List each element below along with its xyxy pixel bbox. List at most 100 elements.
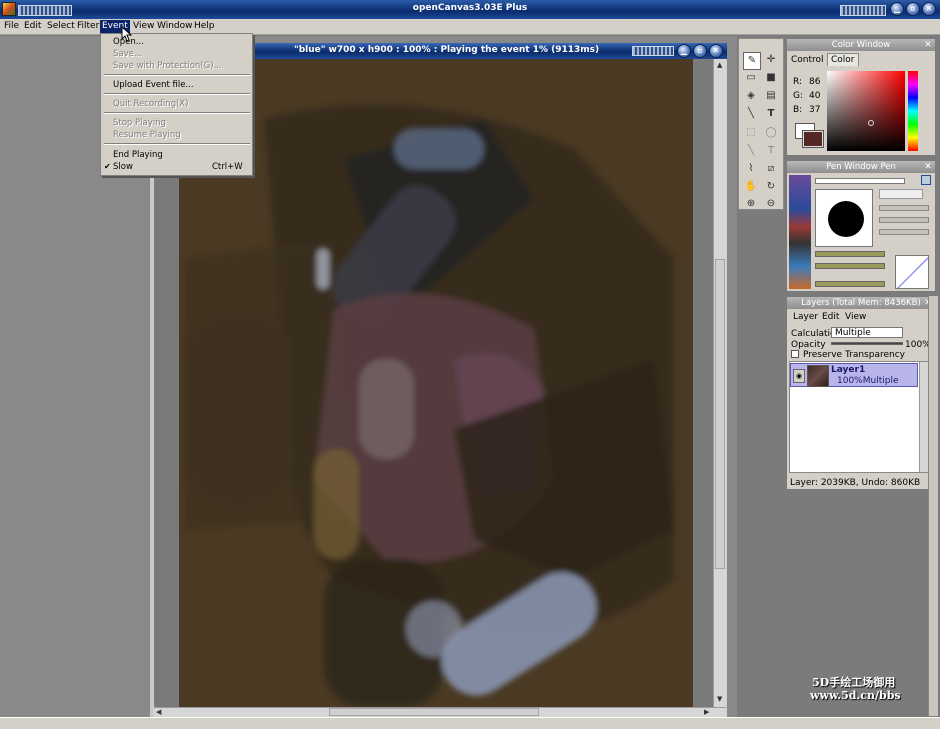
app-title: openCanvas3.03E Plus bbox=[412, 3, 528, 13]
pen-option-slider[interactable] bbox=[879, 229, 929, 235]
menu-item-end-playing[interactable]: End Playing bbox=[113, 150, 163, 160]
pen-blend-slider[interactable] bbox=[815, 281, 885, 287]
opacity-slider[interactable] bbox=[831, 342, 903, 345]
hue-slider[interactable] bbox=[908, 71, 918, 151]
r-value: 86 bbox=[809, 77, 821, 87]
menu-separator bbox=[104, 74, 250, 76]
pen-window-close-icon[interactable]: ✕ bbox=[923, 162, 933, 172]
pen-window-titlebar[interactable]: Pen Window Pen ✕ bbox=[787, 161, 935, 173]
doc-close-button[interactable]: ✕ bbox=[709, 44, 723, 58]
gradient-tool-icon[interactable]: ▤ bbox=[763, 88, 779, 104]
menu-item-slow[interactable]: Slow bbox=[113, 162, 133, 172]
menu-help[interactable]: Help bbox=[194, 21, 215, 31]
layer-info: 100%Multiple bbox=[837, 376, 899, 386]
rect-select-icon[interactable]: ⬚ bbox=[743, 125, 759, 141]
scroll-up-arrow[interactable]: ▲ bbox=[717, 61, 722, 69]
zoom-out-icon[interactable]: ⊖ bbox=[763, 196, 779, 212]
mouse-cursor-icon bbox=[121, 26, 133, 42]
menu-item-slow-shortcut: Ctrl+W bbox=[212, 162, 243, 172]
foreground-color-swatch[interactable] bbox=[802, 130, 824, 148]
tab-control[interactable]: Control bbox=[791, 55, 824, 65]
scroll-down-arrow[interactable]: ▼ bbox=[717, 695, 722, 703]
preserve-transparency-checkbox[interactable] bbox=[791, 350, 799, 358]
color-window-titlebar[interactable]: Color Window ✕ bbox=[787, 39, 935, 51]
line-select-icon[interactable]: ╲ bbox=[743, 143, 759, 159]
text-tool-icon[interactable]: T bbox=[763, 106, 779, 122]
menu-item-resume-playing[interactable]: Resume Playing bbox=[113, 130, 181, 140]
scroll-right-arrow[interactable]: ▶ bbox=[704, 708, 709, 716]
save-pen-icon[interactable] bbox=[921, 175, 931, 185]
horizontal-scroll-thumb[interactable] bbox=[329, 708, 539, 716]
preserve-transparency-label: Preserve Transparency bbox=[803, 350, 905, 360]
menu-view[interactable]: View bbox=[133, 21, 154, 31]
color-picker-marker bbox=[868, 120, 874, 126]
pressure-curve[interactable] bbox=[895, 255, 929, 289]
menu-separator bbox=[104, 143, 250, 145]
layers-menu-view[interactable]: View bbox=[845, 312, 866, 322]
tab-color[interactable]: Color bbox=[827, 53, 859, 66]
rectangle-tool-icon[interactable]: ▭ bbox=[743, 70, 759, 86]
canvas-vertical-scrollbar[interactable]: ▲ ▼ bbox=[713, 59, 726, 707]
doc-minimize-button[interactable]: ▁ bbox=[677, 44, 691, 58]
layer-thumbnail bbox=[807, 365, 829, 387]
doc-maximize-button[interactable]: ▫ bbox=[693, 44, 707, 58]
menu-item-save[interactable]: Save... bbox=[113, 49, 142, 59]
text-select-icon[interactable]: T bbox=[763, 143, 779, 159]
sidebar-scrollbar[interactable] bbox=[928, 296, 938, 716]
line-tool-icon[interactable]: ╲ bbox=[743, 106, 759, 122]
layers-window-titlebar[interactable]: Layers (Total Mem: 8436KB) ✕ bbox=[787, 297, 935, 309]
layers-status: Layer: 2039KB, Undo: 860KB bbox=[790, 478, 921, 488]
toolbox: ✎ ✛ ▭ ■ ◈ ▤ ╲ T ⬚ ◯ ╲ T ⌇ ⧄ ✋ ↻ ⊕ ⊖ bbox=[738, 38, 784, 210]
lasso-select-icon[interactable]: ◯ bbox=[763, 125, 779, 141]
menu-window[interactable]: Window bbox=[157, 21, 193, 31]
brush-preview bbox=[815, 189, 873, 247]
rotate-tool-icon[interactable]: ↻ bbox=[763, 179, 779, 195]
pen-option-slider[interactable] bbox=[879, 217, 929, 223]
pen-size-slider[interactable] bbox=[815, 178, 905, 184]
menu-edit[interactable]: Edit bbox=[24, 21, 41, 31]
move-tool-icon[interactable]: ✛ bbox=[763, 52, 779, 68]
menu-file[interactable]: File bbox=[4, 21, 19, 31]
scroll-left-arrow[interactable]: ◀ bbox=[156, 708, 161, 716]
layers-menu-edit[interactable]: Edit bbox=[822, 312, 839, 322]
menu-item-upload[interactable]: Upload Event file... bbox=[113, 80, 194, 90]
brush-tip-icon bbox=[828, 201, 864, 237]
menu-filter[interactable]: Filter bbox=[77, 21, 99, 31]
minimize-button[interactable]: ▁ bbox=[890, 2, 904, 16]
calculation-select[interactable]: Multiple bbox=[831, 327, 903, 338]
pen-opacity-slider[interactable] bbox=[815, 251, 885, 257]
app-titlebar: openCanvas3.03E Plus ▁ ▫ ✕ bbox=[0, 0, 940, 19]
document-title: "blue" w700 x h900 : 100% : Playing the … bbox=[294, 45, 600, 55]
layers-window: Layers (Total Mem: 8436KB) ✕ Layer Edit … bbox=[786, 296, 936, 490]
layer-row[interactable]: ◉ Layer1 100%Multiple bbox=[790, 363, 918, 387]
b-value: 37 bbox=[809, 105, 821, 115]
event-menu: Open... Save... Save with Protection(G).… bbox=[100, 33, 253, 176]
menu-item-save-protection[interactable]: Save with Protection(G)... bbox=[113, 61, 222, 71]
zoom-in-icon[interactable]: ⊕ bbox=[743, 196, 759, 212]
pen-option-slider[interactable] bbox=[879, 205, 929, 211]
maximize-button[interactable]: ▫ bbox=[906, 2, 920, 16]
fill-rect-tool-icon[interactable]: ■ bbox=[763, 70, 779, 86]
g-value: 40 bbox=[809, 91, 821, 101]
eyedropper-tool-icon[interactable]: ⌇ bbox=[743, 161, 759, 177]
layer-visibility-eye-icon[interactable]: ◉ bbox=[793, 369, 805, 383]
bucket-tool-icon[interactable]: ◈ bbox=[743, 88, 759, 104]
doc-titlebar-grip[interactable] bbox=[632, 46, 674, 56]
close-button[interactable]: ✕ bbox=[922, 2, 936, 16]
hand-tool-icon[interactable]: ✋ bbox=[743, 179, 759, 195]
pen-tool-icon[interactable]: ✎ bbox=[743, 52, 761, 70]
pen-preset-list[interactable] bbox=[789, 175, 811, 289]
transform-tool-icon[interactable]: ⧄ bbox=[763, 161, 779, 177]
pen-density-slider[interactable] bbox=[815, 263, 885, 269]
color-window-close-icon[interactable]: ✕ bbox=[923, 40, 933, 50]
canvas-horizontal-scrollbar[interactable]: ◀ ▶ bbox=[154, 707, 726, 717]
brush-shape-options[interactable] bbox=[879, 189, 923, 199]
vertical-scroll-thumb[interactable] bbox=[715, 259, 725, 569]
menu-item-stop-playing[interactable]: Stop Playing bbox=[113, 118, 166, 128]
color-picker-square[interactable] bbox=[827, 71, 905, 151]
menu-select[interactable]: Select bbox=[47, 21, 75, 31]
color-window: Color Window ✕ Control Color R: 86 G: 40… bbox=[786, 38, 936, 156]
titlebar-grip-right[interactable] bbox=[840, 5, 886, 16]
layers-menu-layer[interactable]: Layer bbox=[793, 312, 818, 322]
menu-item-quit-recording[interactable]: Quit Recording(X) bbox=[113, 99, 188, 109]
